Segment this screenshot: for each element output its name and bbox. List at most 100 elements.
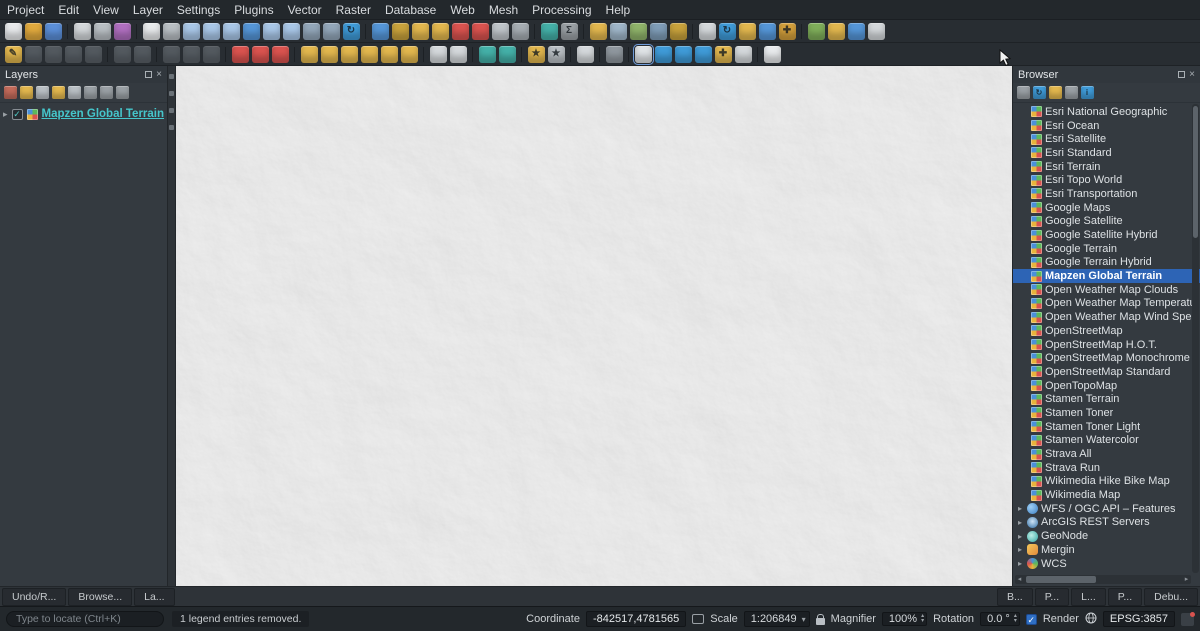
panel-tab[interactable]: L... <box>1071 588 1106 606</box>
browser-item[interactable]: OpenStreetMap <box>1013 324 1200 338</box>
pan-to-selection-icon[interactable] <box>163 23 180 40</box>
temporal-clock-icon[interactable] <box>699 23 716 40</box>
identify-icon[interactable] <box>372 23 389 40</box>
form-annotation-icon[interactable] <box>450 46 467 63</box>
menu-item[interactable]: Edit <box>51 2 86 18</box>
browser-item[interactable]: Open Weather Map Wind Speed <box>1013 310 1200 324</box>
cut-features-icon[interactable] <box>163 46 180 63</box>
refresh-icon[interactable]: ↻ <box>343 23 360 40</box>
add-xyz-layer-icon[interactable] <box>670 23 687 40</box>
browser-item[interactable]: Strava All <box>1013 447 1200 461</box>
expand-all-icon[interactable] <box>84 86 97 99</box>
new-project-icon[interactable] <box>5 23 22 40</box>
chevron-down-icon[interactable]: ▾ <box>802 615 806 624</box>
add-raster-layer-icon[interactable] <box>650 23 667 40</box>
browser-item[interactable]: Esri Ocean <box>1013 119 1200 133</box>
panel-tab[interactable]: P... <box>1108 588 1142 606</box>
docked-toolbar-icon[interactable] <box>169 125 174 130</box>
zoom-last-icon[interactable] <box>303 23 320 40</box>
rotate-label-icon[interactable] <box>381 46 398 63</box>
rotation-spinbox[interactable]: 0.0 ° ▴▾ <box>980 612 1020 626</box>
layer-item[interactable]: ▸ ✓ Mapzen Global Terrain <box>0 107 167 121</box>
zoom-in-icon[interactable] <box>183 23 200 40</box>
browser-item[interactable]: ▸ GeoNode <box>1013 529 1200 543</box>
browser-item[interactable]: ▸ Mergin <box>1013 543 1200 557</box>
browser-item[interactable]: OpenStreetMap Monochrome <box>1013 351 1200 365</box>
web-services-icon[interactable] <box>759 23 776 40</box>
horizontal-scrollbar[interactable]: ◂ ▸ <box>1015 575 1191 584</box>
browser-item[interactable]: Open Weather Map Clouds <box>1013 283 1200 297</box>
processing-icon[interactable]: ✚ <box>779 23 796 40</box>
crs-value[interactable]: EPSG:3857 <box>1103 611 1175 627</box>
style-manager-icon[interactable] <box>114 23 131 40</box>
select-all-icon[interactable] <box>675 46 692 63</box>
browser-item[interactable]: Esri Standard <box>1013 146 1200 160</box>
panel-tab[interactable]: La... <box>134 588 174 606</box>
zoom-out-icon[interactable] <box>203 23 220 40</box>
deselect-all-icon[interactable] <box>655 46 672 63</box>
move-label-icon[interactable] <box>361 46 378 63</box>
expander-icon[interactable]: ▸ <box>1016 559 1024 568</box>
measure-line-icon[interactable] <box>479 46 496 63</box>
zoom-full-icon[interactable] <box>243 23 260 40</box>
filter-expression-icon[interactable] <box>68 86 81 99</box>
panel-tab[interactable]: B... <box>997 588 1033 606</box>
map-canvas[interactable] <box>176 66 1012 586</box>
menu-item[interactable]: View <box>86 2 126 18</box>
add-group-icon[interactable] <box>20 86 33 99</box>
menu-item[interactable]: Processing <box>525 2 598 18</box>
refresh-browser-icon[interactable]: ↻ <box>1033 86 1046 99</box>
move-feature-icon[interactable] <box>65 46 82 63</box>
measure-area-icon[interactable] <box>499 46 516 63</box>
stop-diagrams-icon[interactable] <box>252 46 269 63</box>
browser-item[interactable]: Wikimedia Map <box>1013 488 1200 502</box>
locate-input[interactable] <box>6 611 164 627</box>
python-icon[interactable] <box>828 23 845 40</box>
save-project-icon[interactable] <box>45 23 62 40</box>
docked-toolbar-icon[interactable] <box>169 74 174 79</box>
browser-item[interactable]: Google Maps <box>1013 201 1200 215</box>
open-project-icon[interactable] <box>25 23 42 40</box>
browser-item[interactable]: Esri Topo World <box>1013 173 1200 187</box>
expander-icon[interactable]: ▸ <box>1016 518 1024 527</box>
scroll-left-icon[interactable]: ◂ <box>1015 575 1024 584</box>
browser-item[interactable]: Esri Satellite <box>1013 132 1200 146</box>
python-console-icon[interactable] <box>764 46 781 63</box>
browser-item[interactable]: Esri Transportation <box>1013 187 1200 201</box>
menu-item[interactable]: Raster <box>329 2 378 18</box>
expander-icon[interactable]: ▸ <box>3 109 8 120</box>
database-manager-icon[interactable] <box>739 23 756 40</box>
new-raster-layer-icon[interactable] <box>610 23 627 40</box>
log-messages-icon[interactable] <box>1181 613 1194 626</box>
menu-item[interactable]: Help <box>599 2 638 18</box>
expander-icon[interactable]: ▸ <box>1016 532 1024 541</box>
select-polygon-icon[interactable] <box>432 23 449 40</box>
layer-visibility-checkbox[interactable]: ✓ <box>12 109 23 120</box>
run-action-icon[interactable] <box>392 23 409 40</box>
plugin-manager-icon[interactable] <box>848 23 865 40</box>
browser-item[interactable]: Stamen Toner <box>1013 406 1200 420</box>
properties-widget-icon[interactable]: i <box>1081 86 1094 99</box>
temporal-controller-icon[interactable] <box>577 46 594 63</box>
pin-labels-icon[interactable] <box>321 46 338 63</box>
panel-tab[interactable]: Debu... <box>1144 588 1198 606</box>
render-checkbox[interactable]: ✓ <box>1026 614 1037 625</box>
toggle-editing-icon[interactable]: ✎ <box>5 46 22 63</box>
vertex-tool-icon[interactable] <box>85 46 102 63</box>
open-layer-styling-icon[interactable] <box>4 86 17 99</box>
browser-item[interactable]: ▸ WFS / OGC API – Features <box>1013 502 1200 516</box>
browser-item[interactable]: Stamen Watercolor <box>1013 434 1200 448</box>
browser-item[interactable]: OpenStreetMap Standard <box>1013 365 1200 379</box>
manage-themes-icon[interactable] <box>36 86 49 99</box>
zoom-to-layer-icon[interactable] <box>283 23 300 40</box>
highlight-labels-icon[interactable] <box>341 46 358 63</box>
coordinate-value[interactable]: -842517,4781565 <box>586 611 686 627</box>
statistics-icon[interactable]: Σ <box>561 23 578 40</box>
field-calculator-icon[interactable] <box>512 23 529 40</box>
collapse-all-icon[interactable] <box>1065 86 1078 99</box>
stop-labels-icon[interactable] <box>232 46 249 63</box>
scroll-right-icon[interactable]: ▸ <box>1182 575 1191 584</box>
new-layout-icon[interactable] <box>74 23 91 40</box>
reselect-icon[interactable] <box>472 23 489 40</box>
search-plugin-icon[interactable] <box>735 46 752 63</box>
